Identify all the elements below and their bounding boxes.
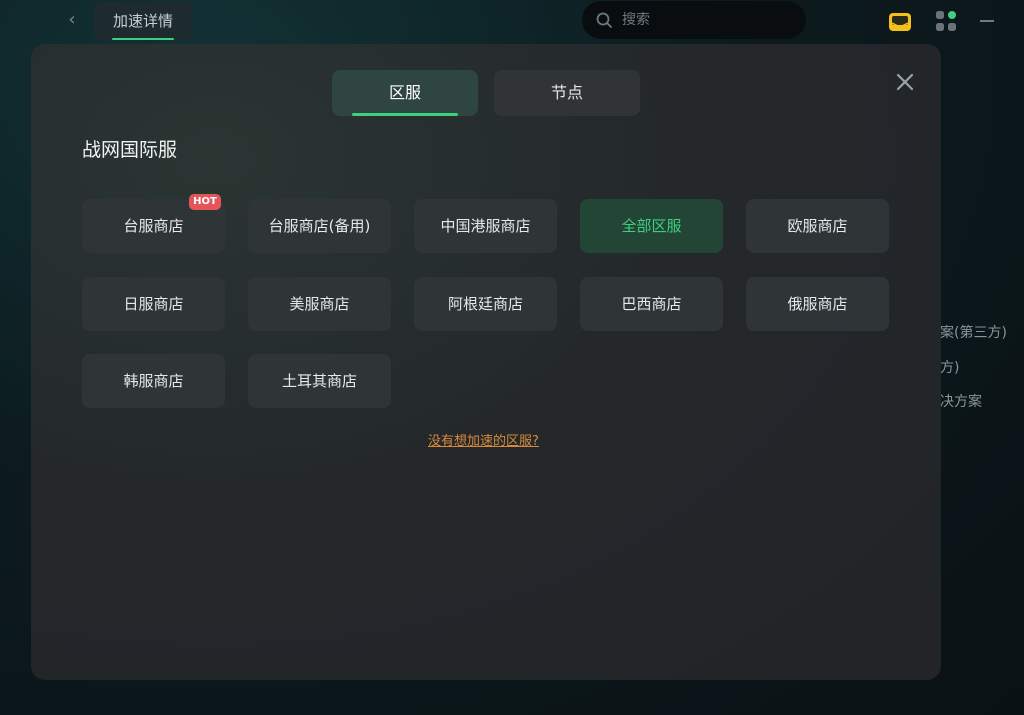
- server-button[interactable]: 阿根廷商店: [414, 277, 557, 331]
- server-button[interactable]: 欧服商店: [746, 199, 889, 253]
- apps-icon[interactable]: [935, 10, 957, 32]
- app-window: ‹ 加速详情 案(第三方) 方) 决方案 区服 节: [0, 0, 1024, 715]
- search-icon: [596, 12, 612, 28]
- tab-region[interactable]: 区服: [332, 70, 478, 116]
- tab-node-label: 节点: [550, 83, 583, 102]
- server-button[interactable]: 日服商店: [82, 277, 225, 331]
- server-button[interactable]: 中国港服商店: [414, 199, 557, 253]
- server-button[interactable]: 韩服商店: [82, 354, 225, 408]
- close-icon[interactable]: [891, 68, 919, 96]
- back-button[interactable]: ‹: [60, 8, 84, 32]
- mail-icon[interactable]: [888, 10, 912, 32]
- tab-region-label: 区服: [388, 83, 421, 102]
- top-bar: ‹ 加速详情: [0, 0, 1024, 42]
- background-text: 方): [940, 360, 960, 376]
- server-button[interactable]: 台服商店(备用): [248, 199, 391, 253]
- server-button[interactable]: 台服商店 HOT: [82, 194, 225, 253]
- server-button[interactable]: 土耳其商店: [248, 354, 391, 408]
- background-text: 案(第三方): [940, 325, 1007, 341]
- tab-active-indicator: [352, 113, 458, 116]
- minimize-icon[interactable]: [980, 20, 994, 22]
- server-button-selected[interactable]: 全部区服: [580, 199, 723, 253]
- page-title-tab[interactable]: 加速详情: [94, 2, 192, 40]
- missing-server-link[interactable]: 没有想加速的区服?: [428, 430, 539, 449]
- server-button-label: 台服商店: [123, 217, 184, 235]
- server-select-modal: 区服 节点 战网国际服 台服商店 HOT 台服商店(备用) 中国港服商店 全部区…: [31, 44, 941, 680]
- background-text: 决方案: [940, 394, 982, 410]
- hot-badge: HOT: [189, 194, 221, 210]
- server-button[interactable]: 美服商店: [248, 277, 391, 331]
- search-box[interactable]: [582, 1, 806, 39]
- search-input[interactable]: [622, 1, 792, 39]
- server-button[interactable]: 巴西商店: [580, 277, 723, 331]
- tab-node[interactable]: 节点: [494, 70, 640, 116]
- section-title: 战网国际服: [82, 139, 178, 161]
- server-button[interactable]: 俄服商店: [746, 277, 889, 331]
